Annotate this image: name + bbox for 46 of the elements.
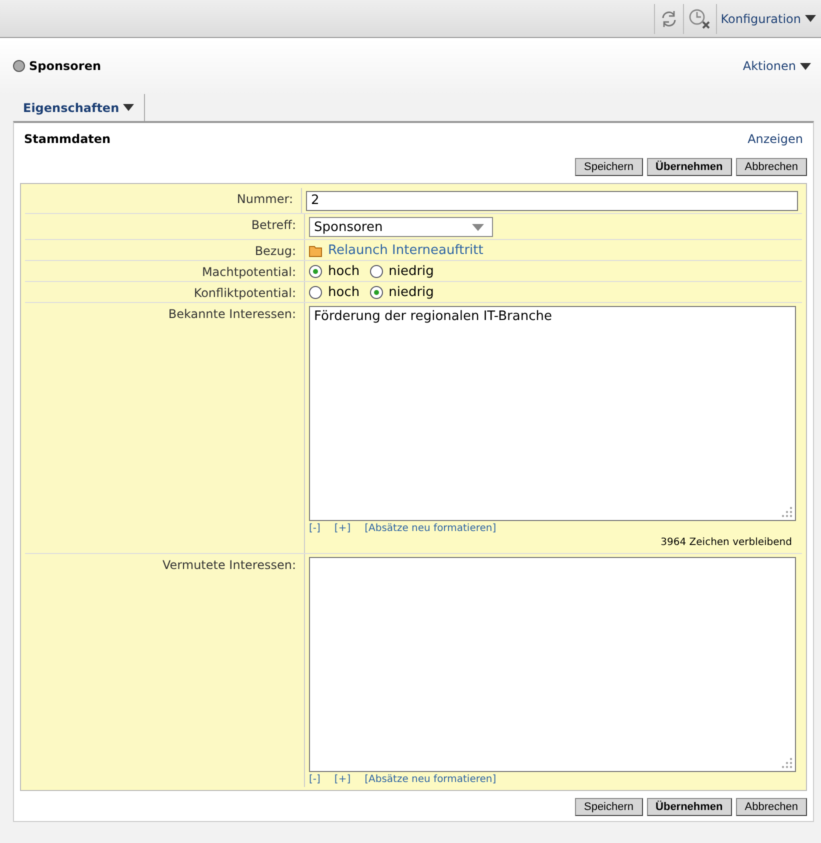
actions-menu[interactable]: Aktionen [742, 59, 796, 73]
format-link[interactable]: [Absätze neu formatieren] [364, 774, 496, 785]
apply-button[interactable]: Übernehmen [646, 798, 732, 816]
caret-icon [123, 104, 134, 111]
form-button[interactable]: Speichern [574, 798, 643, 816]
radio-button[interactable] [309, 286, 322, 299]
caret-icon [472, 224, 484, 230]
radio-button[interactable] [309, 265, 322, 278]
text-area[interactable]: Förderung der regionalen IT-Branche [309, 306, 796, 521]
resize-grip-icon[interactable] [782, 758, 792, 768]
form-button[interactable]: Abbrechen [736, 158, 807, 176]
radio-label: hoch [328, 264, 360, 279]
caret-icon [800, 62, 811, 70]
section-title: Stammdaten [24, 132, 111, 146]
form-button[interactable]: Abbrechen [736, 798, 807, 816]
radio-label: niedrig [388, 285, 434, 300]
clock-icon[interactable] [688, 8, 712, 30]
field-label: Bezug: [254, 244, 296, 258]
format-link[interactable]: [Absätze neu formatieren] [364, 523, 496, 534]
format-link[interactable]: [-] [309, 523, 320, 534]
reference-link[interactable]: Relaunch Interneauftritt [328, 243, 484, 258]
character-counter: 3964 Zeichen verbleibend [660, 537, 792, 548]
radio-button[interactable] [370, 265, 383, 278]
configuration-menu[interactable]: Konfiguration [720, 12, 801, 26]
radio-label: niedrig [388, 264, 434, 279]
format-link[interactable]: [+] [334, 523, 351, 534]
radio-label: hoch [328, 285, 360, 300]
field-label: Machtpotential: [202, 265, 296, 279]
caret-icon [805, 15, 816, 22]
resize-grip-icon[interactable] [782, 507, 792, 517]
number-field[interactable]: 2 [306, 191, 798, 211]
field-label: Vermutete Interessen: [162, 558, 296, 572]
field-label: Betreff: [251, 218, 296, 232]
subject-dropdown[interactable]: Sponsoren [309, 217, 493, 237]
radio-button[interactable] [370, 286, 383, 299]
apply-button[interactable]: Übernehmen [646, 158, 732, 176]
form-button[interactable]: Speichern [574, 158, 643, 176]
show-link[interactable]: Anzeigen [748, 132, 803, 146]
field-label: Konfliktpotential: [194, 286, 296, 300]
format-link[interactable]: [+] [334, 774, 351, 785]
format-link[interactable]: [-] [309, 774, 320, 785]
field-label: Nummer: [236, 192, 293, 206]
page-title: Sponsoren [29, 59, 102, 73]
field-label: Bekannte Interessen: [168, 307, 296, 321]
status-icon [13, 60, 25, 72]
folder-icon [309, 244, 323, 256]
